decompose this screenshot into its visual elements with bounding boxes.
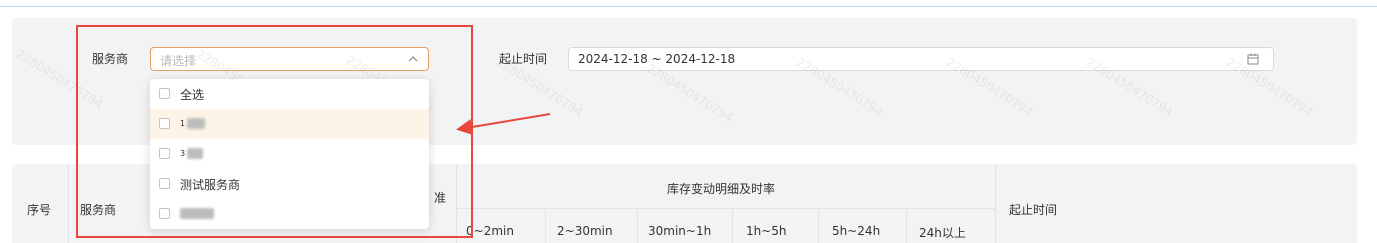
date-range-input[interactable]: 2024-12-18 ~ 2024-12-18: [568, 47, 1274, 71]
annotation-arrow-icon: [456, 113, 551, 135]
sub-header: 2~30min: [557, 224, 613, 238]
col-header-group: 库存变动明细及时率: [667, 182, 776, 196]
col-header-time: 起止时间: [1009, 203, 1058, 217]
annotation-highlight-box: [76, 25, 473, 238]
column-divider: [545, 208, 546, 243]
sub-header: 1h~5h: [746, 224, 787, 238]
sub-header: 0~2min: [466, 224, 514, 238]
calendar-icon[interactable]: [1247, 53, 1259, 65]
column-divider: [906, 208, 907, 243]
sub-header: 5h~24h: [832, 224, 881, 238]
column-divider: [995, 164, 996, 243]
column-divider: [68, 164, 69, 243]
sub-header: 30min~1h: [648, 224, 712, 238]
sub-header: 24h以上: [919, 226, 966, 240]
column-divider: [637, 208, 638, 243]
top-strip: [0, 0, 1377, 7]
header-row-divider: [456, 208, 995, 209]
column-divider: [818, 208, 819, 243]
column-divider: [732, 208, 733, 243]
col-header-index: 序号: [27, 203, 52, 217]
